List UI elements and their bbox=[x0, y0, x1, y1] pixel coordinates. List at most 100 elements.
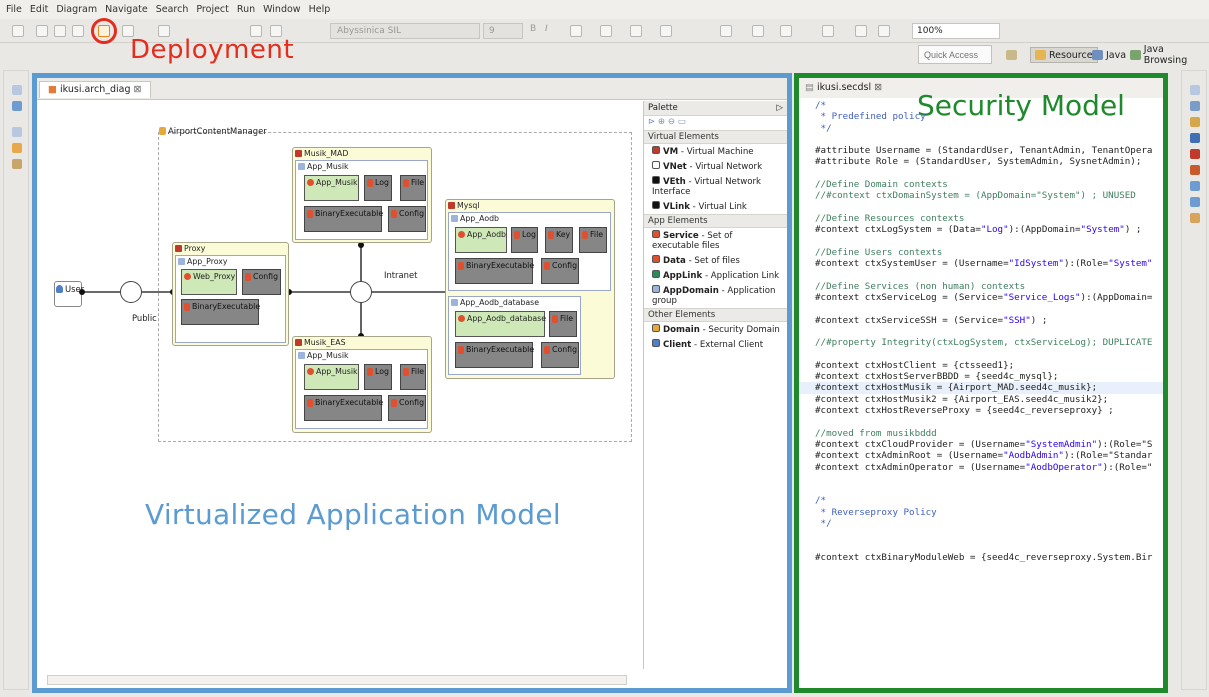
palette-item-data[interactable]: Data - Set of files bbox=[644, 253, 787, 268]
close-icon[interactable]: ⊠ bbox=[134, 84, 142, 95]
line-style-icon[interactable] bbox=[660, 25, 672, 37]
palette-item-vnet[interactable]: VNet - Virtual Network bbox=[644, 159, 787, 174]
data-log[interactable]: Log bbox=[511, 227, 538, 253]
horizontal-scrollbar[interactable] bbox=[47, 675, 627, 685]
vm-musik-mad[interactable]: Musik_MAD App_Musik App_Musik Log File B… bbox=[292, 147, 432, 243]
data-key[interactable]: Key bbox=[545, 227, 573, 253]
service-app-aodb[interactable]: App_Aodb bbox=[455, 227, 507, 253]
appdomain-aodb-database[interactable]: App_Aodb_database App_Aodb_database File… bbox=[448, 296, 581, 375]
menu-item[interactable]: Edit bbox=[30, 4, 48, 15]
console-icon[interactable] bbox=[1190, 133, 1200, 143]
problems-icon[interactable] bbox=[1190, 117, 1200, 127]
palette-item-appdomain[interactable]: AppDomain - Application group bbox=[644, 283, 787, 308]
perspective-resource[interactable]: Resource bbox=[1030, 47, 1098, 63]
service-app-aodb-database[interactable]: App_Aodb_database bbox=[455, 311, 546, 337]
align-icon[interactable] bbox=[752, 25, 764, 37]
menu-item[interactable]: Navigate bbox=[105, 4, 148, 15]
italic-icon[interactable]: I bbox=[545, 24, 548, 38]
delete-icon[interactable] bbox=[855, 25, 867, 37]
bold-icon[interactable]: B bbox=[530, 24, 536, 38]
palette-item-vm[interactable]: VM - Virtual Machine bbox=[644, 144, 787, 159]
palette-item-service[interactable]: Service - Set of executable files bbox=[644, 228, 787, 253]
palette-item-vlink[interactable]: VLink - Virtual Link bbox=[644, 199, 787, 214]
menu-item[interactable]: Diagram bbox=[56, 4, 97, 15]
palette-section-app-elements[interactable]: App Elements bbox=[644, 214, 787, 228]
task-list-icon[interactable] bbox=[1190, 181, 1200, 191]
properties-icon[interactable] bbox=[878, 25, 890, 37]
menu-item[interactable]: Run bbox=[237, 4, 255, 15]
zoom-select[interactable]: 100% bbox=[912, 23, 1000, 39]
font-color-icon[interactable] bbox=[570, 25, 582, 37]
data-file[interactable]: File bbox=[400, 175, 426, 201]
font-select[interactable]: Abyssinica SIL bbox=[330, 23, 480, 39]
diagram-canvas[interactable]: AirportContentManager User Public Intran… bbox=[37, 100, 634, 670]
data-file[interactable]: File bbox=[549, 311, 577, 337]
menu-item[interactable]: Project bbox=[196, 4, 229, 15]
debug-icon[interactable] bbox=[1190, 165, 1200, 175]
outline-view-icon[interactable] bbox=[1190, 197, 1200, 207]
minimize-icon[interactable] bbox=[1190, 85, 1200, 95]
menu-item[interactable]: File bbox=[6, 4, 22, 15]
public-vnet[interactable] bbox=[120, 281, 142, 303]
code-editor[interactable]: /* * Predefined policy */ #attribute User… bbox=[799, 100, 1163, 688]
palette-item-client[interactable]: Client - External Client bbox=[644, 337, 787, 352]
minimize-icon[interactable] bbox=[12, 85, 22, 95]
data-binary[interactable]: BinaryExecutable bbox=[304, 206, 383, 232]
hierarchy-icon[interactable] bbox=[12, 159, 22, 169]
vm-proxy[interactable]: Proxy App_Proxy Web_Proxy Config BinaryE… bbox=[172, 242, 289, 346]
line-color-icon[interactable] bbox=[630, 25, 642, 37]
service-app-musik[interactable]: App_Musik bbox=[304, 364, 359, 390]
intranet-vnet[interactable] bbox=[350, 281, 372, 303]
palette-item-applink[interactable]: AppLink - Application Link bbox=[644, 268, 787, 283]
data-binary[interactable]: BinaryExecutable bbox=[455, 342, 534, 368]
pin-icon[interactable] bbox=[822, 25, 834, 37]
perspective-java[interactable]: Java bbox=[1092, 47, 1126, 63]
palette-collapse-icon[interactable]: ▷ bbox=[776, 103, 783, 113]
perspective-java-browsing[interactable]: Java Browsing bbox=[1130, 44, 1209, 66]
font-size-select[interactable]: 9 bbox=[483, 23, 523, 39]
restore-icon[interactable] bbox=[12, 127, 22, 137]
arrange-icon[interactable] bbox=[720, 25, 732, 37]
data-config[interactable]: Config bbox=[242, 269, 281, 295]
data-log[interactable]: Log bbox=[364, 364, 392, 390]
menu-item[interactable]: Window bbox=[263, 4, 300, 15]
appdomain-musik[interactable]: App_Musik App_Musik Log File BinaryExecu… bbox=[295, 160, 428, 240]
package-explorer-icon[interactable] bbox=[12, 143, 22, 153]
palette-section-other-elements[interactable]: Other Elements bbox=[644, 308, 787, 322]
save-icon[interactable] bbox=[36, 25, 48, 37]
data-config[interactable]: Config bbox=[388, 395, 426, 421]
appdomain-musik[interactable]: App_Musik App_Musik Log File BinaryExecu… bbox=[295, 349, 428, 429]
bookmarks-icon[interactable] bbox=[1190, 213, 1200, 223]
data-binary[interactable]: BinaryExecutable bbox=[181, 299, 260, 325]
tab-arch-diag[interactable]: ■ ikusi.arch_diag ⊠ bbox=[39, 81, 151, 98]
save-all-icon[interactable] bbox=[54, 25, 66, 37]
data-binary[interactable]: BinaryExecutable bbox=[455, 258, 534, 284]
data-config[interactable]: Config bbox=[388, 206, 426, 232]
appdomain-proxy[interactable]: App_Proxy Web_Proxy Config BinaryExecuta… bbox=[175, 255, 286, 343]
new-icon[interactable] bbox=[12, 25, 24, 37]
palette-item-domain[interactable]: Domain - Security Domain bbox=[644, 322, 787, 337]
palette-item-veth[interactable]: VEth - Virtual Network Interface bbox=[644, 174, 787, 199]
open-perspective-icon[interactable] bbox=[1006, 47, 1017, 63]
properties-view-icon[interactable] bbox=[1190, 101, 1200, 111]
data-log[interactable]: Log bbox=[364, 175, 392, 201]
error-log-icon[interactable] bbox=[1190, 149, 1200, 159]
appdomain-aodb[interactable]: App_Aodb App_Aodb Log Key File BinaryExe… bbox=[448, 212, 611, 291]
size-icon[interactable] bbox=[780, 25, 792, 37]
vm-musik-eas[interactable]: Musik_EAS App_Musik App_Musik Log File B… bbox=[292, 336, 432, 433]
menu-item[interactable]: Search bbox=[156, 4, 189, 15]
service-app-musik[interactable]: App_Musik bbox=[304, 175, 359, 201]
print-icon[interactable] bbox=[72, 25, 84, 37]
data-file[interactable]: File bbox=[400, 364, 426, 390]
data-config[interactable]: Config bbox=[541, 258, 579, 284]
close-icon[interactable]: ⊠ bbox=[874, 82, 882, 93]
quick-access-input[interactable] bbox=[918, 45, 992, 64]
vm-mysql[interactable]: Mysql App_Aodb App_Aodb Log Key File Bin… bbox=[445, 199, 615, 379]
palette-tools[interactable]: ⊳ ⊕ ⊖ ▭ bbox=[644, 116, 787, 130]
menu-item[interactable]: Help bbox=[309, 4, 331, 15]
fill-color-icon[interactable] bbox=[600, 25, 612, 37]
outline-icon[interactable] bbox=[12, 101, 22, 111]
data-binary[interactable]: BinaryExecutable bbox=[304, 395, 383, 421]
service-web-proxy[interactable]: Web_Proxy bbox=[181, 269, 237, 295]
palette-section-virtual-elements[interactable]: Virtual Elements bbox=[644, 130, 787, 144]
